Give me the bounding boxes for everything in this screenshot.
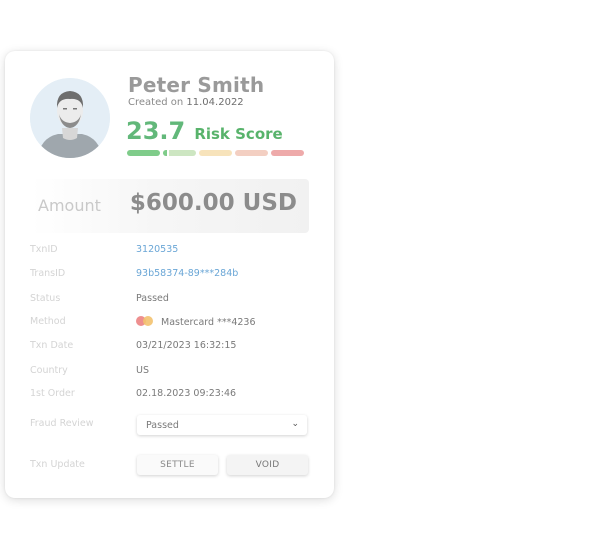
settle-button[interactable]: SETTLE [137,455,218,475]
risk-meter-segment-2 [163,150,196,156]
method-label: Method [30,316,66,327]
first-order-label: 1st Order [30,388,75,399]
fraud-review-select[interactable]: Passed ⌄ [137,415,307,435]
risk-score-value: 23.7 [126,117,186,145]
txn-date-label: Txn Date [30,340,74,351]
risk-meter-segment-1 [127,150,160,156]
risk-score-label: Risk Score [194,125,283,143]
mastercard-icon [136,316,156,326]
customer-name: Peter Smith [128,73,265,97]
risk-meter-segment-5 [271,150,304,156]
txn-id-label: TxnID [30,244,58,255]
amount-value: $600.00 USD [129,190,297,216]
trans-id-value[interactable]: 93b58374-89***284b [136,268,238,279]
void-button[interactable]: VOID [227,455,308,475]
chevron-down-icon: ⌄ [291,419,299,429]
created-date: Created on 11.04.2022 [128,97,244,108]
risk-meter-segment-4 [235,150,268,156]
risk-meter-indicator [167,150,169,156]
created-date-value: 11.04.2022 [186,97,244,108]
avatar-illustration-icon [30,78,110,158]
first-order-value: 02.18.2023 09:23:46 [136,388,237,399]
created-prefix: Created on [128,97,184,108]
txn-date-value: 03/21/2023 16:32:15 [136,340,237,351]
transaction-card: Peter Smith Created on 11.04.2022 23.7 R… [5,51,334,498]
risk-meter-segment-3 [199,150,232,156]
country-value: US [136,365,149,376]
method-text: Mastercard ***4236 [161,317,256,328]
trans-id-label: TransID [30,268,66,279]
amount-panel: Amount $600.00 USD [31,179,309,233]
avatar [30,78,110,158]
fraud-review-selected: Passed [146,420,179,431]
txn-id-value[interactable]: 3120535 [136,244,178,255]
risk-meter [127,150,304,156]
status-value: Passed [136,293,169,304]
fraud-review-label: Fraud Review [30,418,94,429]
risk-score: 23.7 Risk Score [126,117,283,145]
method-value: Mastercard ***4236 [136,316,256,328]
status-label: Status [30,293,61,304]
txn-update-label: Txn Update [30,459,85,470]
amount-label: Amount [38,196,101,215]
country-label: Country [30,365,68,376]
